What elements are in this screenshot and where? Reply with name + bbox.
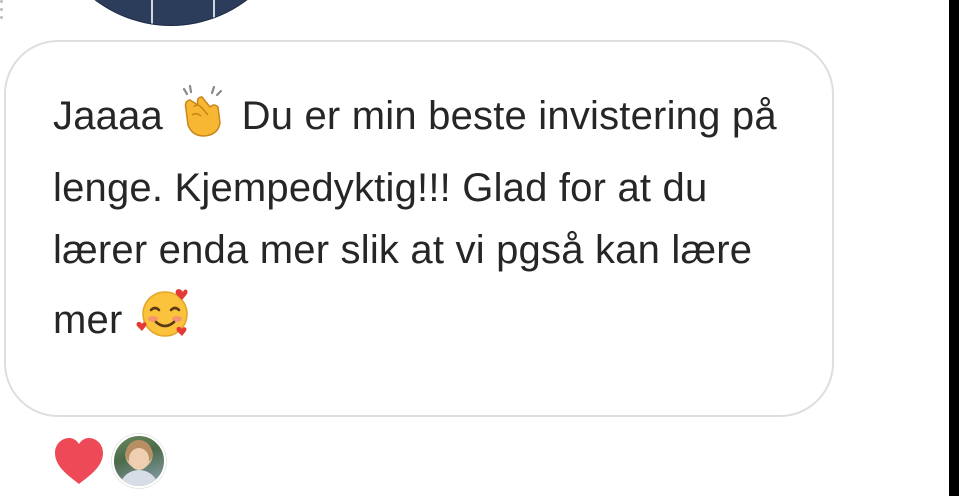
- reactor-avatar[interactable]: [112, 434, 166, 488]
- smiling-face-with-hearts-icon: [134, 281, 196, 361]
- reaction-row[interactable]: [52, 434, 166, 488]
- screen-edge: [949, 0, 959, 496]
- clapping-hands-icon: [174, 83, 230, 157]
- message-bubble[interactable]: Jaaaa Du er min beste invistering på len…: [4, 40, 834, 417]
- message-text-part-1: Jaaaa: [53, 94, 175, 138]
- message-text: Jaaaa Du er min beste invistering på len…: [53, 83, 792, 361]
- heart-icon[interactable]: [52, 435, 106, 487]
- message-options-icon[interactable]: [0, 0, 4, 20]
- previous-media-thumbnail[interactable]: [40, 0, 302, 26]
